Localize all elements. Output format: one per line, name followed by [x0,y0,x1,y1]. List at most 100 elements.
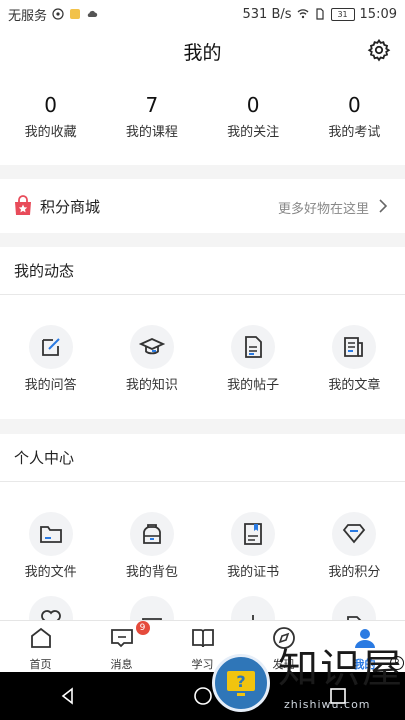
battery-level: 31 [337,9,348,19]
back-icon[interactable] [58,686,78,706]
partial-item [101,596,202,620]
pin-icon [252,615,255,620]
folder-icon [39,526,62,543]
activity-grid: 我的问答 我的知识 我的帖子 我的文章 [0,325,405,393]
registered-mark: R [390,656,404,670]
certificate-icon [244,523,263,545]
icon-circle [28,325,73,369]
page-title: 我的 [183,42,222,64]
page-icon [347,616,362,620]
icon-circle [28,512,73,556]
partial-item [304,596,405,620]
icon-circle [231,325,276,369]
tab-messages[interactable]: 9 消息 [81,621,162,673]
partial-item [203,596,304,620]
grid-label: 我的证书 [227,565,280,580]
status-bar: 无服务 531 B/s 31 15:09 [0,0,405,28]
tab-label: 消息 [110,658,133,671]
icon-circle [231,512,276,556]
my-activity-section: 我的动态 我的问答 我的知识 我的帖子 我的文章 [0,247,405,419]
grid-item-my-points[interactable]: 我的积分 [304,512,405,580]
help-screen-icon: ? [227,671,255,696]
partial-item [0,596,101,620]
carrier-text: 无服务 [8,8,48,24]
network-speed: 531 B/s [242,6,292,22]
watermark-brand: 知识屋 [278,646,404,692]
clock: 15:09 [359,6,397,22]
points-mall-title: 积分商城 [40,198,101,216]
home-icon [30,627,51,648]
stat-value: 0 [44,93,57,117]
tab-home[interactable]: 首页 [0,621,81,673]
grid-item-my-qa[interactable]: 我的问答 [0,325,101,393]
shopping-bag-star-icon [15,195,31,215]
grid-label: 我的知识 [125,378,178,393]
unread-badge: 9 [135,621,150,635]
svg-text:?: ? [236,672,245,691]
grid-item-my-certificates[interactable]: 我的证书 [203,512,304,580]
personal-grid: 我的文件 我的背包 我的证书 我的积分 [0,512,405,580]
stat-value: 0 [246,93,260,117]
message-icon [110,629,133,648]
stat-label: 我的课程 [125,125,178,140]
grid-item-my-files[interactable]: 我的文件 [0,512,101,580]
watermark-site: zhishiwu.com [284,698,371,711]
icon-circle [129,512,174,556]
chevron-right-icon [379,199,388,213]
icon-circle [332,596,377,620]
backpack-icon [142,524,161,544]
grid-label: 我的文章 [328,378,381,393]
grid-label: 我的积分 [328,565,381,580]
stat-value: 7 [145,93,159,117]
grid-label: 我的帖子 [227,378,280,393]
edit-icon [41,338,60,356]
wifi-icon [297,9,308,19]
grid-label: 我的文件 [24,565,77,580]
gear-icon[interactable] [367,38,391,62]
next-row-partial [0,596,405,620]
article-icon [344,337,364,357]
stat-value: 0 [348,93,361,117]
app-notification-icon [70,9,81,19]
page-header: 我的 [0,28,405,73]
section-title: 我的动态 [14,262,75,280]
icon-circle [332,325,377,369]
document-icon [245,336,263,358]
points-mall-row[interactable]: 积分商城 更多好物在这里 [0,179,405,233]
watermark-logo: ? [212,654,270,712]
sim-card-icon [315,8,324,20]
icon-circle [129,596,174,620]
stat-exams[interactable]: 0 我的考试 [304,73,405,165]
status-right: 531 B/s 31 15:09 [243,7,398,22]
stats-bar: 0 我的收藏 7 我的课程 0 我的关注 0 我的考试 [0,73,405,165]
stat-courses[interactable]: 7 我的课程 [101,73,202,165]
diamond-icon [343,524,366,544]
cloud-icon [87,10,98,17]
graduation-cap-icon [138,338,165,355]
divider [0,294,405,295]
icon-circle [332,512,377,556]
heart-icon [40,610,61,620]
status-left: 无服务 [8,5,98,24]
stat-label: 我的收藏 [24,125,77,140]
icon-circle [231,596,276,620]
grid-item-my-posts[interactable]: 我的帖子 [203,325,304,393]
stat-favorites[interactable]: 0 我的收藏 [0,73,101,165]
grid-item-my-articles[interactable]: 我的文章 [304,325,405,393]
icon-circle [28,596,73,620]
stat-label: 我的关注 [227,125,280,140]
box-icon [141,618,162,620]
grid-label: 我的问答 [24,378,77,393]
points-mall-more-link[interactable]: 更多好物在这里 [278,198,369,217]
stat-label: 我的考试 [328,125,381,140]
tab-label: 首页 [29,658,52,671]
stat-following[interactable]: 0 我的关注 [203,73,304,165]
personal-center-section: 个人中心 我的文件 我的背包 我的证书 我的积分 [0,434,405,620]
grid-item-my-backpack[interactable]: 我的背包 [101,512,202,580]
grid-item-my-knowledge[interactable]: 我的知识 [101,325,202,393]
watermark-text: 知识屋 zhishiwu.com R [276,636,405,720]
divider [0,481,405,482]
book-icon [191,629,214,648]
section-title: 个人中心 [14,449,75,467]
home-circle-icon[interactable] [193,686,213,706]
